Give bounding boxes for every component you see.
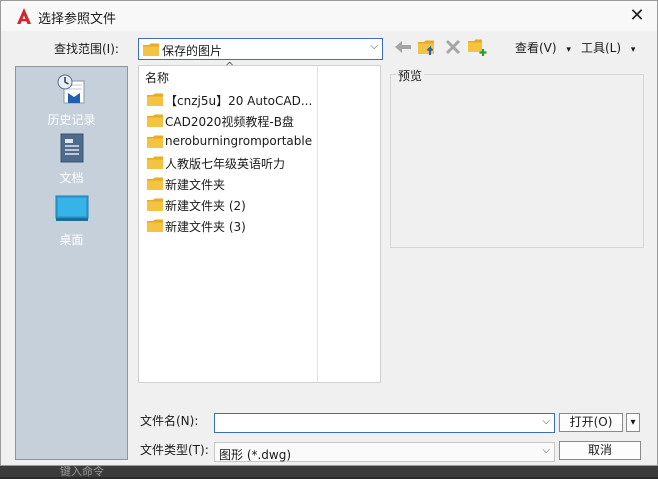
- file-type-label: 文件类型(T):: [140, 443, 209, 457]
- folder-icon: [147, 93, 163, 106]
- list-item[interactable]: 人教版七年级英语听力: [145, 153, 315, 173]
- chevron-down-icon: ⌵: [542, 445, 550, 456]
- back-arrow-icon[interactable]: [393, 38, 413, 56]
- file-list[interactable]: ^ 名称 【cnzj5u】20 AutoCAD... CAD2020视频教程-B…: [138, 60, 381, 383]
- name-column-header[interactable]: 名称: [145, 69, 169, 86]
- command-line-strip: 键入命令: [0, 465, 658, 478]
- list-item[interactable]: neroburningromportable: [145, 132, 315, 152]
- up-folder-icon[interactable]: [417, 38, 437, 56]
- cancel-button[interactable]: 取消: [559, 441, 641, 460]
- dialog-title: 选择参照文件: [38, 12, 117, 27]
- folder-icon: [143, 43, 159, 56]
- open-options-button[interactable]: ▾: [626, 413, 640, 432]
- list-item[interactable]: 新建文件夹 (3): [145, 216, 315, 236]
- file-name: 【cnzj5u】20 AutoCAD...: [165, 94, 313, 108]
- file-name: 人教版七年级英语听力: [165, 157, 286, 171]
- file-type-value: 图形 (*.dwg): [219, 448, 292, 462]
- file-name: 新建文件夹: [165, 178, 226, 192]
- title-bar: 选择参照文件 ✕: [1, 1, 657, 31]
- close-button[interactable]: ✕: [627, 6, 647, 26]
- list-item[interactable]: 新建文件夹: [145, 174, 315, 194]
- view-menu-label: 查看(V): [515, 41, 557, 55]
- look-in-value: 保存的图片: [162, 44, 223, 58]
- place-documents[interactable]: 文档: [16, 131, 127, 187]
- view-menu-button[interactable]: 查看(V) ▾: [515, 39, 571, 56]
- tools-menu-arrow-icon: ▾: [630, 45, 636, 55]
- new-folder-icon[interactable]: [467, 38, 487, 56]
- folder-icon: [147, 219, 163, 232]
- autocad-logo-icon: [17, 8, 31, 24]
- documents-icon: [60, 133, 84, 163]
- file-name-input[interactable]: ⌵: [214, 413, 555, 433]
- file-name: 新建文件夹 (2): [165, 199, 246, 213]
- select-reference-file-dialog: 选择参照文件 ✕ 查找范围(I): 保存的图片 ⌵ 查看(V) ▾ 工具(L) …: [0, 0, 658, 466]
- folder-icon: [147, 177, 163, 190]
- place-history-label: 历史记录: [47, 113, 96, 127]
- look-in-label: 查找范围(I):: [54, 42, 119, 56]
- folder-icon: [147, 114, 163, 127]
- chevron-down-icon: ⌵: [370, 41, 378, 52]
- desktop-icon: [55, 195, 89, 221]
- folder-icon: [147, 135, 163, 148]
- file-name-label: 文件名(N):: [140, 414, 199, 428]
- file-type-select[interactable]: 图形 (*.dwg) ⌵: [214, 442, 555, 462]
- sort-ascending-icon: ^: [225, 60, 235, 73]
- tools-menu-button[interactable]: 工具(L) ▾: [581, 39, 635, 56]
- view-menu-arrow-icon: ▾: [566, 45, 571, 55]
- open-button[interactable]: 打开(O): [559, 413, 623, 432]
- column-divider: [317, 66, 318, 382]
- tools-menu-label: 工具(L): [581, 41, 622, 55]
- file-name: neroburningromportable: [165, 134, 313, 148]
- folder-icon: [147, 198, 163, 211]
- look-in-combobox[interactable]: 保存的图片 ⌵: [138, 38, 383, 60]
- preview-label: 预览: [396, 67, 425, 84]
- list-item[interactable]: CAD2020视频教程-B盘: [145, 111, 315, 131]
- preview-area: [390, 74, 644, 248]
- file-name: CAD2020视频教程-B盘: [165, 115, 294, 129]
- list-item[interactable]: 新建文件夹 (2): [145, 195, 315, 215]
- places-bar: 历史记录 文档 桌面: [15, 66, 128, 460]
- chevron-down-icon: ⌵: [542, 416, 550, 427]
- file-name: 新建文件夹 (3): [165, 220, 246, 234]
- place-desktop[interactable]: 桌面: [16, 193, 127, 249]
- place-desktop-label: 桌面: [59, 233, 84, 247]
- delete-icon[interactable]: [443, 38, 463, 56]
- list-item[interactable]: 【cnzj5u】20 AutoCAD...: [145, 90, 315, 110]
- place-documents-label: 文档: [59, 171, 84, 185]
- place-history[interactable]: 历史记录: [16, 71, 127, 129]
- folder-icon: [147, 156, 163, 169]
- history-icon: [57, 74, 85, 104]
